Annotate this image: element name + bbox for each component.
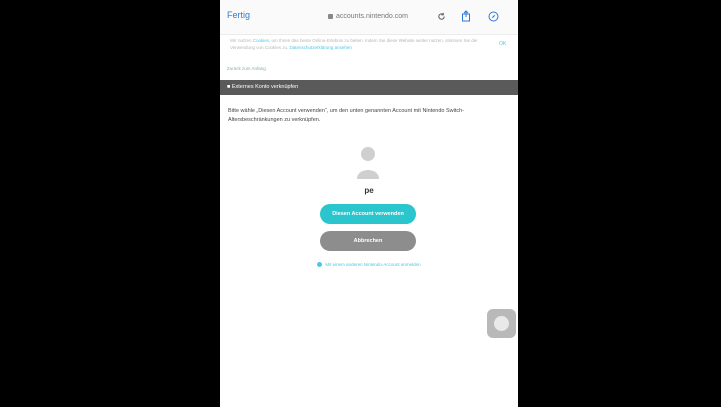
info-icon (317, 262, 323, 267)
section-header: ■ Externes Konto verknüpfen (220, 80, 518, 95)
assistive-touch-icon (494, 316, 509, 331)
compass-icon[interactable] (487, 10, 499, 22)
cookie-ok-button[interactable]: OK (499, 41, 506, 47)
cookie-notice: Wir nutzen Cookies, um Ihnen das beste O… (230, 37, 495, 51)
privacy-link[interactable]: Datenschutzerklärung ansehen (290, 45, 352, 50)
browser-toolbar: Fertig accounts.nintendo.com (220, 0, 518, 35)
section-title: ■ Externes Konto verknüpfen (227, 84, 299, 90)
cookie-link[interactable]: Cookies (253, 38, 269, 43)
share-icon[interactable] (460, 10, 472, 22)
use-account-button[interactable]: Diesen Account verwenden (320, 204, 416, 224)
browser-page: Fertig accounts.nintendo.com Wir nutzen … (220, 0, 518, 407)
back-link[interactable]: Zurück zum Anfang (227, 66, 266, 71)
cookie-text-start: Wir nutzen (230, 38, 253, 43)
other-account-link[interactable]: Mit einem anderen Nintendo-Account anmel… (220, 262, 518, 267)
other-account-label: Mit einem anderen Nintendo-Account anmel… (325, 262, 421, 267)
address-bar[interactable]: accounts.nintendo.com (328, 13, 408, 20)
account-username: pe (364, 186, 374, 195)
assistive-touch-button[interactable] (487, 309, 516, 338)
avatar-icon (356, 145, 380, 179)
cancel-button[interactable]: Abbrechen (320, 231, 416, 251)
reload-icon[interactable] (435, 10, 447, 22)
description-text: Bitte wähle „Diesen Account verwenden“, … (228, 108, 465, 123)
lock-icon (328, 14, 333, 19)
done-button[interactable]: Fertig (227, 10, 250, 20)
url-text: accounts.nintendo.com (336, 13, 408, 20)
